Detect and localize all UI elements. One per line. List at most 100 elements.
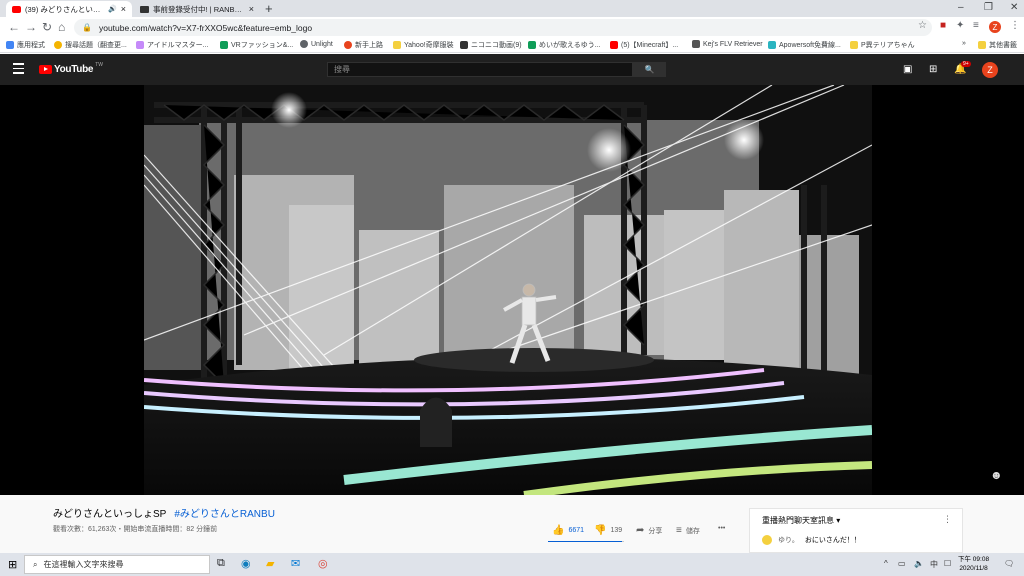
bookmark-label: Apowersoft免費線... xyxy=(779,42,841,49)
speaker-icon[interactable]: 🔊 xyxy=(108,5,117,13)
bookmark-item[interactable]: Apowersoft免費線... xyxy=(768,40,841,50)
address-bar[interactable]: 🔒 youtube.com/watch?v=X7-frXXO5wc&featur… xyxy=(74,19,932,36)
video-frame[interactable] xyxy=(144,85,872,495)
dislike-button[interactable]: 👎 139 xyxy=(594,525,622,536)
close-tab-icon[interactable]: × xyxy=(249,4,254,14)
bookmark-item[interactable]: Unlight xyxy=(300,40,333,48)
like-ratio-fill xyxy=(548,541,623,542)
folder-icon xyxy=(978,41,986,49)
more-actions-button[interactable]: ••• xyxy=(718,525,725,532)
apps-grid-icon xyxy=(6,41,14,49)
ime-icon[interactable]: ☐ xyxy=(944,559,951,568)
restore-button[interactable]: ❐ xyxy=(984,2,993,13)
chat-mode-dropdown[interactable]: 重播熱門聊天室訊息 ▾ xyxy=(762,515,840,526)
logo-region: TW xyxy=(95,61,103,68)
dislike-count: 139 xyxy=(610,527,623,534)
bookmark-favicon-icon xyxy=(692,40,700,48)
bot-mascot-icon[interactable]: ☻ xyxy=(990,468,1003,482)
tab-ranbu[interactable]: 事前登錄受付中! | RANBU 三国 × xyxy=(134,1,260,17)
apps-grid-icon[interactable]: ⊞ xyxy=(929,64,937,75)
bookmark-item[interactable]: めいが歌えるゆう... xyxy=(528,40,601,50)
caret-down-icon: ▾ xyxy=(836,516,841,525)
bookmark-favicon-icon xyxy=(344,41,352,49)
bookmark-item[interactable]: アイドルマスター... xyxy=(136,40,208,50)
profile-avatar[interactable]: Z xyxy=(989,21,1001,33)
puzzle-extensions-icon[interactable]: ✦ xyxy=(956,20,964,31)
windows-start-icon[interactable]: ⊞ xyxy=(8,558,17,571)
hamburger-menu-icon[interactable] xyxy=(13,63,24,77)
browser-toolbar: ← → ↻ ⌂ 🔒 youtube.com/watch?v=X7-frXXO5w… xyxy=(0,17,1024,38)
like-button[interactable]: 👍 6671 xyxy=(552,525,584,536)
bookmark-label: めいが歌えるゆう... xyxy=(539,42,601,49)
share-label: 分享 xyxy=(648,527,663,535)
youtube-logo[interactable]: YouTube TW xyxy=(39,61,103,75)
chrome-icon[interactable]: ◎ xyxy=(318,557,328,570)
bookmark-favicon-icon xyxy=(136,41,144,49)
folder-icon xyxy=(850,41,858,49)
clock-date: 2020/11/8 xyxy=(959,565,988,572)
share-button[interactable]: ➦ 分享 xyxy=(636,525,662,536)
bookmark-label: 其他書籤 xyxy=(989,42,1017,49)
volume-icon[interactable]: 🔈 xyxy=(914,559,924,568)
close-window-button[interactable]: ✕ xyxy=(1010,2,1018,13)
close-tab-icon[interactable]: × xyxy=(121,4,126,14)
taskbar-search-input[interactable]: ⌕ 在這裡輸入文字來搜尋 xyxy=(24,555,210,574)
reading-list-icon[interactable]: ≡ xyxy=(973,20,979,31)
url-text: youtube.com/watch?v=X7-frXXO5wc&feature=… xyxy=(98,22,313,33)
network-icon[interactable]: ▭ xyxy=(898,559,906,568)
video-title: みどりさんといっしょSP #みどりさんとRANBU xyxy=(53,505,275,520)
minimize-button[interactable]: – xyxy=(958,2,964,13)
reload-icon[interactable]: ↻ xyxy=(42,20,52,34)
task-view-icon[interactable]: ⧉ xyxy=(217,557,225,570)
chat-author: ゆり。 xyxy=(778,537,799,544)
search-input[interactable]: 搜尋 xyxy=(327,62,633,77)
video-hashtag-link[interactable]: #みどりさんとRANBU xyxy=(174,509,275,520)
save-button[interactable]: ≡ 儲存 xyxy=(676,525,700,536)
clock-time: 下午 09:08 xyxy=(958,556,990,563)
bookmark-star-icon[interactable]: ☆ xyxy=(918,20,927,31)
input-method-icon[interactable]: 中 xyxy=(930,559,938,570)
bookmark-item[interactable]: 其他書籤 xyxy=(978,40,1017,50)
globe-icon xyxy=(300,40,308,48)
stage-scene-image xyxy=(144,85,872,495)
bookmark-item[interactable]: VRファッション&... xyxy=(220,40,293,50)
bookmarks-bar: 應用程式 搜尋話題（翻查更... アイドルマスター... VRファッション&..… xyxy=(0,38,1024,53)
bookmark-favicon-icon xyxy=(220,41,228,49)
bookmark-label: アイドルマスター... xyxy=(147,42,209,49)
lock-icon: 🔒 xyxy=(82,23,92,32)
taskbar-search-placeholder: 在這裡輸入文字來搜尋 xyxy=(43,560,124,569)
tray-arrow-icon[interactable]: ^ xyxy=(884,559,888,568)
tab-youtube[interactable]: (39) みどりさんといっしょSP 🔊 × xyxy=(6,1,132,17)
tab-title: 事前登錄受付中! | RANBU 三国 xyxy=(153,4,245,14)
bookmark-label: (5)【Minecraft】... xyxy=(621,42,679,49)
chat-more-icon[interactable]: ⋮ xyxy=(943,514,952,525)
bookmark-item[interactable]: 新手上路 xyxy=(344,40,383,50)
browser-menu-icon[interactable]: ⋮ xyxy=(1010,20,1020,31)
bookmark-item[interactable]: ニコニコ動画(9) xyxy=(460,40,522,50)
bookmark-item[interactable]: Yahoo!奇摩服裝 xyxy=(393,40,454,50)
bookmark-item[interactable]: 搜尋話題（翻查更... xyxy=(54,40,127,50)
create-video-icon[interactable]: ▣ xyxy=(903,64,912,75)
windows-taskbar: ⊞ ⌕ 在這裡輸入文字來搜尋 ⧉ ◉ ▰ ✉ ◎ ^ ▭ 🔈 中 ☐ 下午 09… xyxy=(0,553,1024,576)
bookmark-item[interactable]: Kej's FLV Retriever xyxy=(692,40,763,48)
notification-badge: 9+ xyxy=(961,61,971,67)
save-label: 儲存 xyxy=(685,527,700,535)
search-button[interactable]: 🔍 xyxy=(633,62,666,77)
file-explorer-icon[interactable]: ▰ xyxy=(266,557,274,570)
bookmark-item[interactable]: P異テリアちゃん xyxy=(850,40,915,50)
home-icon[interactable]: ⌂ xyxy=(58,20,65,34)
notifications-icon[interactable]: 🗨 xyxy=(1004,559,1014,568)
mail-icon[interactable]: ✉ xyxy=(291,557,300,570)
bookmark-item[interactable]: (5)【Minecraft】... xyxy=(610,40,678,50)
forward-arrow-icon[interactable]: → xyxy=(25,20,37,34)
bookmark-favicon-icon xyxy=(768,41,776,49)
edge-browser-icon[interactable]: ◉ xyxy=(241,557,251,570)
bookmark-item[interactable]: 應用程式 xyxy=(6,40,45,50)
back-arrow-icon[interactable]: ← xyxy=(8,20,20,34)
system-clock[interactable]: 下午 09:08 2020/11/8 xyxy=(958,555,989,573)
bookmarks-overflow-button[interactable]: » xyxy=(962,40,966,47)
bookmark-favicon-icon xyxy=(460,41,468,49)
new-tab-button[interactable]: + xyxy=(265,1,273,16)
youtube-avatar[interactable]: Z xyxy=(982,62,998,78)
extension-icon[interactable]: ■ xyxy=(940,20,946,31)
